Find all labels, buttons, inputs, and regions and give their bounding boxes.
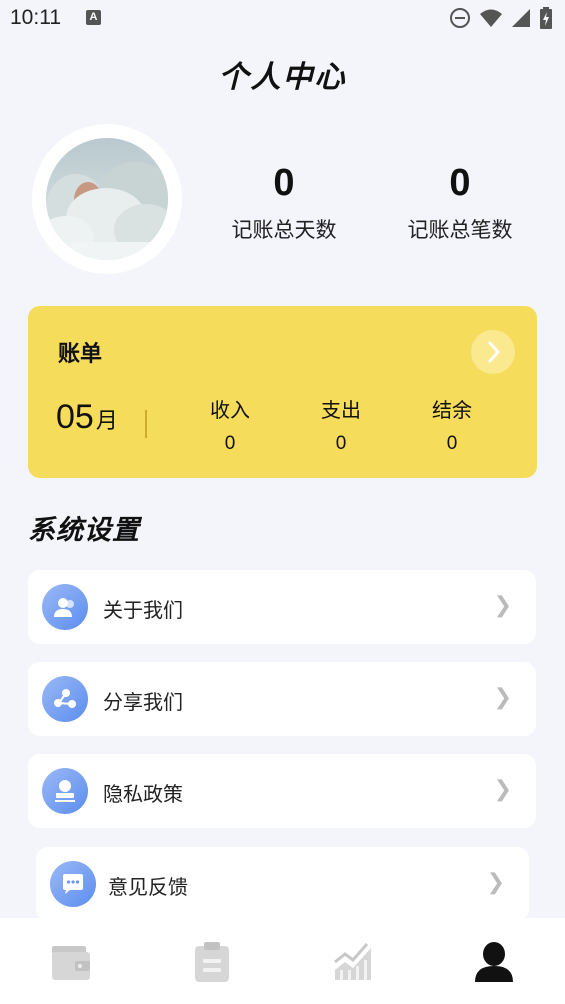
bill-income-value: 0	[224, 433, 236, 454]
bill-title: 账单	[58, 342, 103, 367]
menu-item-feedback[interactable]: 意见反馈 ❯	[36, 847, 529, 921]
chevron-right-icon	[488, 341, 500, 363]
snowy-forest-avatar-icon	[46, 138, 168, 260]
bill-expense-value: 0	[335, 433, 347, 454]
tab-bill[interactable]	[190, 940, 234, 984]
chevron-right-icon: ❯	[486, 870, 505, 895]
page-title: 个人中心	[218, 60, 347, 95]
stat-label: 记账总笔数	[407, 218, 513, 242]
tab-profile[interactable]	[472, 940, 516, 984]
menu-item-privacy-policy[interactable]: 隐私政策 ❯	[28, 754, 536, 828]
notification-icon: A	[86, 10, 101, 25]
tab-statistics[interactable]	[331, 940, 375, 984]
bill-card[interactable]: 账单 05月 收入 0 支出 0 结余 0	[28, 306, 537, 478]
stat-total-days: 0 记账总天数	[214, 160, 354, 244]
wifi-icon	[480, 9, 502, 27]
avatar-ring	[32, 124, 182, 274]
chevron-right-icon: ❯	[493, 685, 512, 710]
do-not-disturb-icon	[450, 8, 470, 28]
bill-income: 收入 0	[190, 394, 270, 455]
battery-icon	[540, 7, 552, 29]
wallet-icon	[52, 946, 90, 980]
bill-month-unit: 月	[95, 409, 118, 434]
settings-section-title: 系统设置	[28, 515, 140, 546]
bill-balance: 结余 0	[412, 394, 492, 455]
chevron-right-icon: ❯	[493, 593, 512, 618]
status-bar: 10:11 A	[0, 0, 565, 38]
bill-balance-label: 结余	[432, 398, 472, 422]
bottom-tab-bar	[0, 918, 565, 1004]
menu-item-label: 关于我们	[103, 598, 183, 622]
users-icon	[42, 584, 88, 630]
menu-item-label: 意见反馈	[108, 875, 188, 899]
stat-label: 记账总天数	[231, 218, 337, 242]
bill-income-label: 收入	[210, 398, 250, 422]
bill-balance-value: 0	[446, 433, 458, 454]
menu-item-label: 分享我们	[103, 690, 183, 714]
status-icons	[449, 7, 553, 29]
bill-expense-label: 支出	[321, 398, 361, 422]
person-icon	[475, 942, 513, 982]
stamp-icon	[42, 768, 88, 814]
menu-item-about-us[interactable]: 关于我们 ❯	[28, 570, 536, 644]
bill-expense: 支出 0	[301, 394, 381, 455]
avatar[interactable]	[46, 138, 168, 260]
stat-value: 0	[273, 162, 295, 204]
chevron-right-icon: ❯	[493, 777, 512, 802]
stat-total-entries: 0 记账总笔数	[390, 160, 530, 244]
bill-month[interactable]: 05月	[56, 398, 118, 437]
chart-icon	[334, 943, 371, 980]
tab-wallet[interactable]	[49, 940, 93, 984]
clipboard-icon	[195, 942, 229, 982]
status-time: 10:11	[10, 6, 61, 29]
bill-arrow-button[interactable]	[471, 330, 515, 374]
menu-item-label: 隐私政策	[103, 782, 183, 806]
share-icon	[42, 676, 88, 722]
chat-icon	[50, 861, 96, 907]
stat-value: 0	[449, 162, 471, 204]
bill-month-number: 05	[56, 398, 94, 436]
menu-item-share-us[interactable]: 分享我们 ❯	[28, 662, 536, 736]
bill-divider	[145, 410, 147, 438]
signal-icon	[512, 9, 530, 27]
